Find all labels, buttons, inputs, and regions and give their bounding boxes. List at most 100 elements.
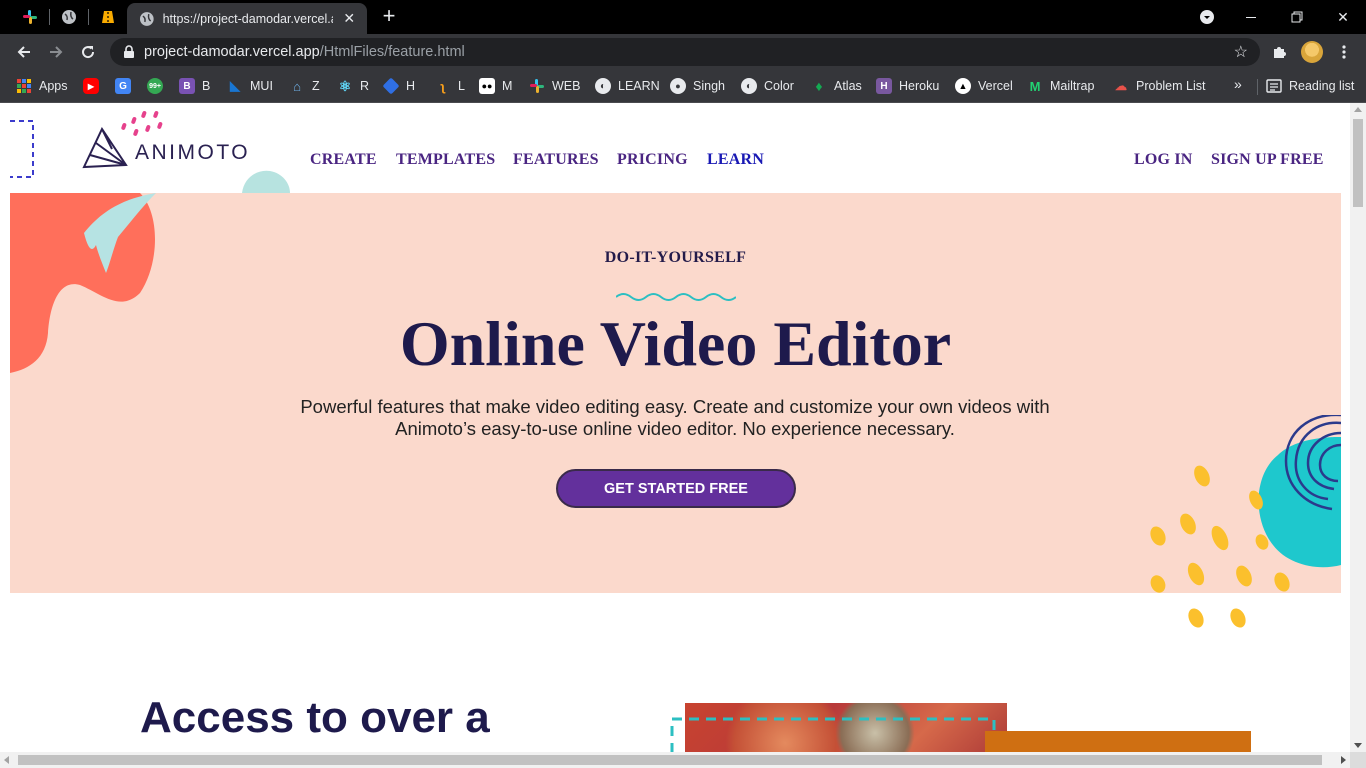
bookmark-bootstrap[interactable]: B B [179,76,210,96]
bookmark-label: Z [312,79,320,93]
bookmark-mui[interactable]: ◣ MUI [227,76,273,96]
bookmark-web[interactable]: WEB [529,76,580,96]
nav-templates[interactable]: TEMPLATES [396,151,495,169]
slack-icon [23,10,37,24]
globe-icon [62,10,76,24]
bookmark-zoom[interactable]: ⌂ Z [289,76,320,96]
nav-learn[interactable]: LEARN [707,151,764,169]
bookmark-chat[interactable]: 99+ [147,76,170,96]
close-window-button[interactable]: ✕ [1320,0,1366,34]
bookmark-vercel[interactable]: ▲ Vercel [955,76,1013,96]
bookmark-label: Problem List [1136,79,1206,93]
bookmark-mailtrap[interactable]: M Mailtrap [1027,76,1095,96]
bookmark-leetcode[interactable]: ʅ L [435,76,465,96]
bookmark-youtube[interactable]: ▶ [83,76,106,96]
puzzle-icon [1274,47,1286,58]
reading-list-button[interactable]: Reading list [1266,76,1354,96]
github-icon: ● [670,78,686,94]
nav-pricing[interactable]: PRICING [617,151,688,169]
reload-button[interactable] [75,39,101,65]
dashed-frame-decoration [670,717,996,752]
leetcode-icon: ʅ [440,78,446,94]
arrow-right-icon [50,46,63,58]
dashed-corner-decoration [10,120,34,178]
lock-icon[interactable] [122,45,136,59]
pinned-tab-road[interactable] [89,0,127,34]
bookmark-label: Atlas [834,79,862,93]
bookmark-label: LEARN [618,79,660,93]
minimize-icon [1246,16,1256,18]
hackerrank-icon [382,77,400,95]
scroll-right-arrow-icon[interactable] [1341,756,1346,764]
new-tab-button[interactable]: + [378,5,400,28]
bookmark-github[interactable]: ● Singh [670,76,725,96]
restore-icon [1291,11,1303,23]
logo-text: ANIMOTO [135,141,251,164]
kebab-menu-icon [1342,45,1346,59]
bookmark-label: M [502,79,513,93]
bookmark-color[interactable]: ◐ Color [741,76,794,96]
tab-active[interactable]: https://project-damodar.vercel.ap ✕ [127,3,367,34]
google-translate-icon: G [115,78,131,94]
nav-login[interactable]: LOG IN [1134,151,1193,169]
tab-search-button[interactable] [1184,0,1230,34]
bookmark-heroku[interactable]: H Heroku [876,76,939,96]
pinned-tab-slack[interactable] [11,0,49,34]
globe-icon: ◐ [595,78,611,94]
bookmark-label: Singh [693,79,725,93]
minimize-button[interactable] [1228,0,1274,34]
nav-signup[interactable]: SIGN UP FREE [1211,151,1324,169]
extensions-button[interactable] [1266,39,1292,65]
bookmark-label: H [406,79,416,93]
address-bar[interactable]: project-damodar.vercel.app/HtmlFiles/fea… [110,38,1260,66]
mui-icon: ◣ [230,78,240,93]
bookmark-learn[interactable]: ◐ LEARN [595,76,660,96]
mailtrap-icon: M [1029,78,1041,94]
menu-button[interactable] [1331,39,1357,65]
bookmark-label: Color [764,79,794,93]
reading-list-label: Reading list [1289,79,1355,93]
get-started-button[interactable]: GET STARTED FREE [556,469,796,508]
heroku-icon: H [876,78,892,94]
nav-create[interactable]: CREATE [310,151,377,169]
url-host: project-damodar.vercel.app [144,44,320,60]
scrollbar-corner [1350,752,1366,768]
tab-title: https://project-damodar.vercel.ap [162,11,334,26]
hero-subtitle-line: Powerful features that make video editin… [300,396,1050,417]
section-heading: Access to over a [140,693,490,742]
bookmark-react[interactable]: ⚛ R [337,76,369,96]
back-button[interactable] [11,39,37,65]
wave-underline-decoration [616,293,736,301]
bookmark-hackerrank[interactable]: H [382,76,416,96]
reading-list-icon [1266,79,1282,93]
hero-eyebrow: DO-IT-YOURSELF [604,249,747,266]
bookmark-label: Apps [39,79,68,93]
tab-close-icon[interactable]: ✕ [341,10,357,27]
vertical-scrollbar[interactable] [1350,103,1366,752]
medium-icon: ●● [479,78,495,94]
bookmark-apps[interactable]: Apps [16,76,68,96]
road-icon [102,11,114,23]
orange-block-decoration [985,731,1251,752]
horizontal-scroll-thumb[interactable] [18,755,1322,765]
profile-avatar[interactable] [1301,41,1323,63]
reload-icon [82,46,95,59]
mongodb-icon: ♦ [815,78,823,94]
horizontal-scrollbar[interactable] [0,752,1350,768]
bookmark-problem-list[interactable]: ☁ Problem List [1113,76,1205,96]
pinned-tab-globe[interactable] [50,0,88,34]
restore-button[interactable] [1274,0,1320,34]
nav-features[interactable]: FEATURES [513,151,599,169]
scroll-left-arrow-icon[interactable] [4,756,9,764]
bookmark-atlas[interactable]: ♦ Atlas [811,76,862,96]
bookmarks-overflow-chevron-icon[interactable]: » [1234,76,1242,92]
bookmark-translate[interactable]: G [115,76,138,96]
forward-button[interactable] [43,39,69,65]
tab-strip: https://project-damodar.vercel.ap ✕ + ✕ [0,0,1366,34]
zoom-icon: ⌂ [293,78,301,94]
scroll-up-arrow-icon[interactable] [1354,107,1362,112]
scroll-down-arrow-icon[interactable] [1354,743,1362,748]
bookmark-star-icon[interactable]: ☆ [1234,42,1248,62]
bookmark-medium[interactable]: ●● M [479,76,512,96]
vertical-scroll-thumb[interactable] [1353,119,1363,207]
